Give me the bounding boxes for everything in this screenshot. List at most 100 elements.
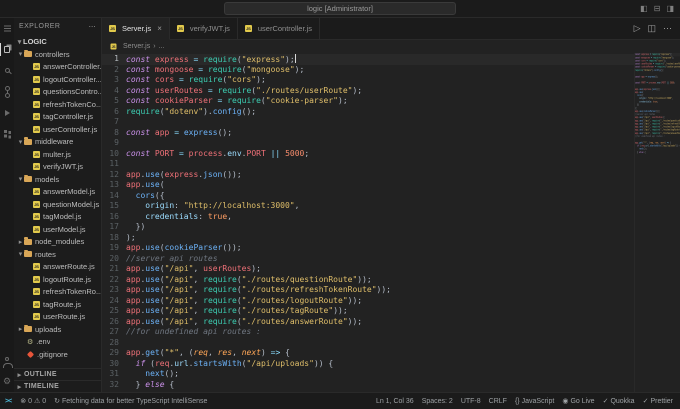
sidebar-section-outline[interactable]: OUTLINE	[14, 368, 101, 380]
code-line[interactable]: 22 app.use("/api", require("./routes/ques…	[102, 275, 634, 286]
code-line[interactable]: 1 const express = require("express");	[102, 54, 634, 65]
code-line[interactable]: 14 cors({	[102, 191, 634, 202]
tree-item-file-tagmodel-js[interactable]: tagModel.js	[14, 211, 101, 224]
more-actions-button[interactable]	[663, 23, 672, 34]
tree-item-folder-middleware[interactable]: middleware	[14, 136, 101, 149]
tab-usercontroller-js[interactable]: userController.js	[237, 18, 321, 39]
command-center[interactable]: logic [Administrator]	[224, 2, 456, 15]
tree-item-file-answercontroller[interactable]: answerController...	[14, 61, 101, 74]
code-line[interactable]: 25 app.use("/api", require("./routes/tagR…	[102, 306, 634, 317]
search-button[interactable]	[0, 60, 14, 81]
code-line[interactable]: 26 app.use("/api", require("./routes/answ…	[102, 317, 634, 328]
split-editor-button[interactable]	[647, 23, 656, 34]
code-line[interactable]: 19 app.use(cookieParser());	[102, 243, 634, 254]
code-line[interactable]: 17 })	[102, 222, 634, 233]
indentation-status[interactable]: Spaces: 2	[418, 393, 457, 409]
tree-item-file-env[interactable]: .env	[14, 336, 101, 349]
toggle-primary-sidebar-button[interactable]	[640, 4, 648, 13]
gear-file-icon	[27, 337, 33, 346]
settings-button[interactable]	[0, 371, 14, 392]
tree-item-file-refreshtokenco[interactable]: refreshTokenCo...	[14, 98, 101, 111]
more-icon[interactable]	[89, 23, 96, 31]
status-bar-left: 00Fetching data for better TypeScript In…	[0, 393, 211, 409]
extensions-button[interactable]	[0, 123, 14, 144]
line-content: const PORT = process.env.PORT || 5000;	[126, 148, 310, 158]
code-line[interactable]: 13 app.use(	[102, 180, 634, 191]
code-line[interactable]: 31 next();	[102, 369, 634, 380]
code-line[interactable]: 4 const userRoutes = require("./routes/us…	[102, 86, 634, 97]
run-button[interactable]	[634, 23, 641, 34]
eol-status[interactable]: CRLF	[485, 393, 511, 409]
tab-server-js[interactable]: Server.js	[102, 18, 170, 40]
menu-button[interactable]	[0, 18, 14, 39]
code-line[interactable]: 29 app.get("*", (req, res, next) => {	[102, 348, 634, 359]
code-line[interactable]: 24 app.use("/api", require("./routes/logo…	[102, 296, 634, 307]
toggle-panel-button[interactable]	[654, 4, 661, 13]
code-line[interactable]: 12 app.use(express.json());	[102, 170, 634, 181]
tree-item-file-logoutroute-js[interactable]: logoutRoute.js	[14, 273, 101, 286]
minimap[interactable]: 1const express = require("express");2con…	[634, 53, 680, 392]
tree-root-folder[interactable]: LOGIC	[14, 35, 101, 48]
code-line[interactable]: 32 } else {	[102, 380, 634, 391]
tree-item-file-logoutcontroller[interactable]: logoutController...	[14, 73, 101, 86]
tree-item-file-questionmodel-js[interactable]: questionModel.js	[14, 198, 101, 211]
tree-item-file-questionscontro[interactable]: questionsContro...	[14, 86, 101, 99]
code-editor[interactable]: 1 const express = require("express"); 2 con…	[102, 53, 634, 392]
sidebar-section-timeline[interactable]: TIMELINE	[14, 380, 101, 392]
source-control-button[interactable]	[0, 81, 14, 102]
code-line[interactable]: 18);	[102, 233, 634, 244]
code-line[interactable]: 5 const cookieParser = require("cookie-pa…	[102, 96, 634, 107]
tree-item-folder-routes[interactable]: routes	[14, 248, 101, 261]
problems-status[interactable]: 00	[16, 393, 50, 409]
breadcrumb-file[interactable]: Server.js	[123, 43, 150, 50]
code-line[interactable]: 3 const cors = require("cors");	[102, 75, 634, 86]
cursor-position-status[interactable]: Ln 1, Col 36	[372, 393, 418, 409]
status-bar-right: Ln 1, Col 36 Spaces: 2 UTF-8 CRLF JavaScript…	[372, 393, 677, 409]
debug-button[interactable]	[0, 102, 14, 123]
code-line[interactable]: 9	[102, 138, 634, 149]
tree-item-file-answermodel-js[interactable]: answerModel.js	[14, 186, 101, 199]
code-line[interactable]: 27 //for undefined api routes :	[102, 327, 634, 338]
code-line[interactable]: 20 //server api routes	[102, 254, 634, 265]
toggle-secondary-sidebar-button[interactable]	[666, 4, 674, 13]
tree-item-file-usermodel-js[interactable]: userModel.js	[14, 223, 101, 236]
tree-item-file-answerroute-js[interactable]: answerRoute.js	[14, 261, 101, 274]
code-line[interactable]: 28	[102, 338, 634, 349]
go-live-status[interactable]: Go Live	[558, 393, 598, 409]
language-mode-status[interactable]: JavaScript	[511, 393, 558, 409]
quokka-status[interactable]: Quokka	[599, 393, 639, 409]
code-line[interactable]: 30 if (req.url.startsWith("/api/uploads"…	[102, 359, 634, 370]
code-line[interactable]: 15 origin: "http://localhost:3000",	[102, 201, 634, 212]
tree-item-file-gitignore[interactable]: .gitignore	[14, 348, 101, 361]
tree-item-file-usercontroller-js[interactable]: userController.js	[14, 123, 101, 136]
code-line[interactable]: 2 const mongoose = require("mongoose");	[102, 65, 634, 76]
tree-item-file-tagcontroller-js[interactable]: tagController.js	[14, 111, 101, 124]
breadcrumb-more[interactable]: ...	[159, 43, 165, 50]
code-line[interactable]: 21 app.use("/api", userRoutes);	[102, 264, 634, 275]
code-line[interactable]: 10 const PORT = process.env.PORT || 5000;	[102, 149, 634, 160]
tree-item-file-refreshtokenro[interactable]: refreshTokenRo...	[14, 286, 101, 299]
tree-item-folder-node-modules[interactable]: node_modules	[14, 236, 101, 249]
tree-item-file-multer-js[interactable]: multer.js	[14, 148, 101, 161]
files-button[interactable]	[0, 39, 14, 60]
tree-item-file-tagroute-js[interactable]: tagRoute.js	[14, 298, 101, 311]
tree-item-folder-controllers[interactable]: controllers	[14, 48, 101, 61]
code-line[interactable]: 8 const app = express();	[102, 128, 634, 139]
code-line[interactable]: 7	[102, 117, 634, 128]
remote-status[interactable]	[0, 393, 16, 409]
tree-item-file-verifyjwt-js[interactable]: verifyJWT.js	[14, 161, 101, 174]
account-button[interactable]	[0, 350, 14, 371]
intellisense-status[interactable]: Fetching data for better TypeScript Inte…	[50, 393, 211, 409]
tree-item-file-userroute-js[interactable]: userRoute.js	[14, 311, 101, 324]
prettier-status[interactable]: Prettier	[639, 393, 677, 409]
code-line[interactable]: 16 credentials: true,	[102, 212, 634, 223]
tree-item-folder-uploads[interactable]: uploads	[14, 323, 101, 336]
breadcrumb[interactable]: Server.js › ...	[102, 40, 680, 53]
code-line[interactable]: 11	[102, 159, 634, 170]
code-line[interactable]: 6 require("dotenv").config();	[102, 107, 634, 118]
tab-verifyjwt-js[interactable]: verifyJWT.js	[169, 18, 238, 39]
tree-item-folder-models[interactable]: models	[14, 173, 101, 186]
encoding-status[interactable]: UTF-8	[457, 393, 485, 409]
code-line[interactable]: 23 app.use("/api", require("./routes/refr…	[102, 285, 634, 296]
line-number: 23	[109, 285, 119, 294]
